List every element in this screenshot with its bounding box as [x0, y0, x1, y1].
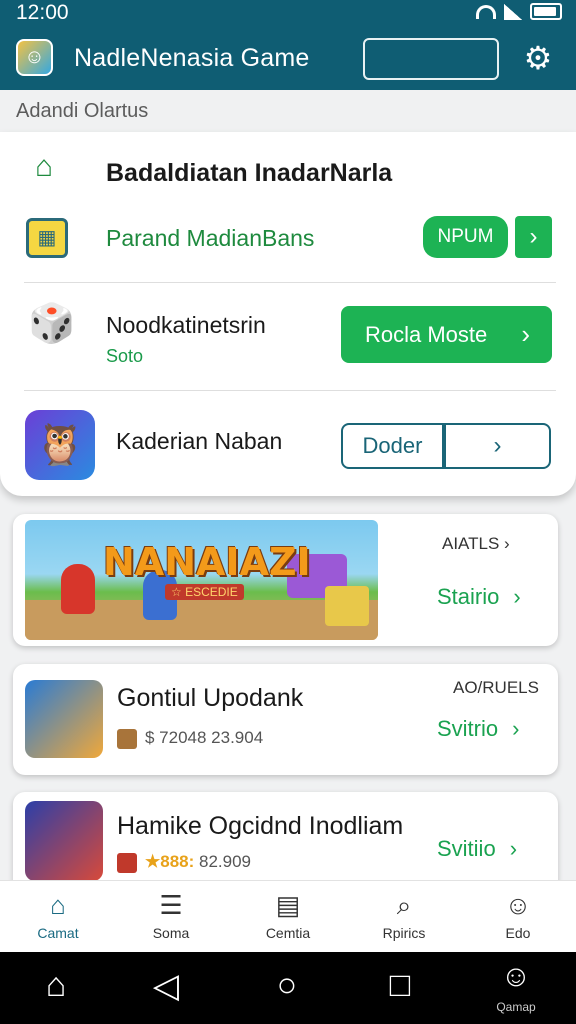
- main-card-title: Badaldiatan InadarNarla: [106, 159, 393, 187]
- chevron-right-icon: ›: [512, 716, 520, 741]
- game-price-link[interactable]: Svitiio ›: [437, 836, 517, 862]
- status-bar: 12:00: [0, 0, 576, 26]
- profile-icon: ☺: [504, 890, 532, 920]
- list-icon: ☰: [159, 890, 183, 920]
- search-icon: ⌕: [396, 890, 412, 920]
- home-icon[interactable]: ⌂: [26, 966, 86, 1005]
- app-title: NadleNenasia Game: [74, 44, 310, 72]
- banner-subtitle: ☆ ESCEDIE: [165, 584, 244, 600]
- row1-pill-button[interactable]: NPUM: [423, 216, 508, 258]
- clipboard-icon: ▤: [275, 890, 301, 920]
- app-logo-icon: ☺: [16, 39, 53, 76]
- row3-chevron-button[interactable]: ›: [444, 423, 551, 469]
- game-tag: AIATLS ›: [442, 534, 510, 553]
- status-time: 12:00: [16, 1, 69, 24]
- system-profile-label: Qamap: [496, 1000, 536, 1014]
- game-card[interactable]: Gontiul Upodank AO/RUELS $ 72048 23.904 …: [13, 664, 558, 775]
- home-icon: ⌂: [34, 150, 54, 183]
- profile-icon[interactable]: ☺: [486, 960, 546, 994]
- chevron-right-icon: ›: [521, 319, 530, 349]
- back-icon[interactable]: ◁: [136, 966, 196, 1006]
- recents-icon[interactable]: □: [370, 966, 430, 1005]
- game-thumbnail: [25, 801, 103, 881]
- row3-title: Kaderian Naban: [116, 428, 283, 454]
- game-meta: ★888: 82.909: [117, 852, 251, 873]
- row1-text: Parand MadianBans: [106, 225, 315, 251]
- main-card: ⌂ Badaldiatan InadarNarla ▦ Parand Madia…: [0, 132, 576, 496]
- header-search-box[interactable]: [363, 38, 499, 80]
- row2-action-button[interactable]: Rocla Moste ›: [341, 306, 552, 363]
- system-navigation-bar: ⌂ ◁ ○ □ ☺ Qamap: [0, 952, 576, 1024]
- row2-action-label: Rocla Moste: [365, 322, 488, 347]
- nav-item-profile[interactable]: ☺ Edo: [468, 889, 568, 941]
- chevron-right-icon: ›: [513, 584, 521, 609]
- nav-item-search[interactable]: ⌕ Rpirics: [354, 889, 454, 941]
- game-banner-image: NANAIAZI ☆ ESCEDIE: [25, 520, 378, 640]
- game-avatar-icon: 🦉: [25, 410, 95, 480]
- status-icons: [476, 3, 562, 20]
- row3-order-button[interactable]: Doder: [341, 423, 444, 469]
- game-price-link[interactable]: Stairio ›: [437, 584, 521, 610]
- game-pieces-icon: 🎲: [28, 303, 76, 345]
- game-price-link[interactable]: Svitrio ›: [437, 716, 519, 742]
- chevron-right-icon: ›: [509, 836, 518, 861]
- section-label: Adandi Olartus: [16, 100, 149, 122]
- home-icon: ⌂: [50, 890, 66, 920]
- shield-icon: [117, 852, 137, 873]
- row1-chevron-button[interactable]: ›: [515, 216, 552, 258]
- wifi-icon: [476, 4, 496, 19]
- gear-icon[interactable]: ⚙: [520, 40, 556, 76]
- game-card-banner[interactable]: NANAIAZI ☆ ESCEDIE AIATLS › Stairio ›: [13, 514, 558, 646]
- row2-sub: Soto: [106, 346, 144, 366]
- signal-icon: [504, 3, 522, 20]
- banner-title: NANAIAZI: [103, 540, 311, 584]
- bottom-navigation: ⌂ Camat ☰ Soma ▤ Cemtia ⌕ Rpirics ☺ Edo: [0, 880, 576, 952]
- app-bar: 12:00 ☺ NadleNenasia Game ⚙: [0, 0, 576, 90]
- chest-icon: [117, 728, 137, 749]
- game-meta: $ 72048 23.904: [117, 728, 263, 749]
- circle-home-icon[interactable]: ○: [257, 966, 317, 1005]
- game-thumbnail: [25, 680, 103, 758]
- calendar-icon: ▦: [26, 218, 68, 258]
- battery-icon: [530, 3, 562, 20]
- divider: [24, 390, 556, 391]
- game-title: Gontiul Upodank: [117, 684, 304, 712]
- game-title: Hamike Ogcidnd Inodliam: [117, 812, 404, 840]
- row2-title: Noodkatinetsrin: [106, 312, 266, 338]
- nav-item-home[interactable]: ⌂ Camat: [8, 889, 108, 941]
- divider: [24, 282, 556, 283]
- nav-item-clipboard[interactable]: ▤ Cemtia: [238, 889, 338, 941]
- game-tag: AO/RUELS: [453, 678, 539, 697]
- nav-item-list[interactable]: ☰ Soma: [121, 889, 221, 941]
